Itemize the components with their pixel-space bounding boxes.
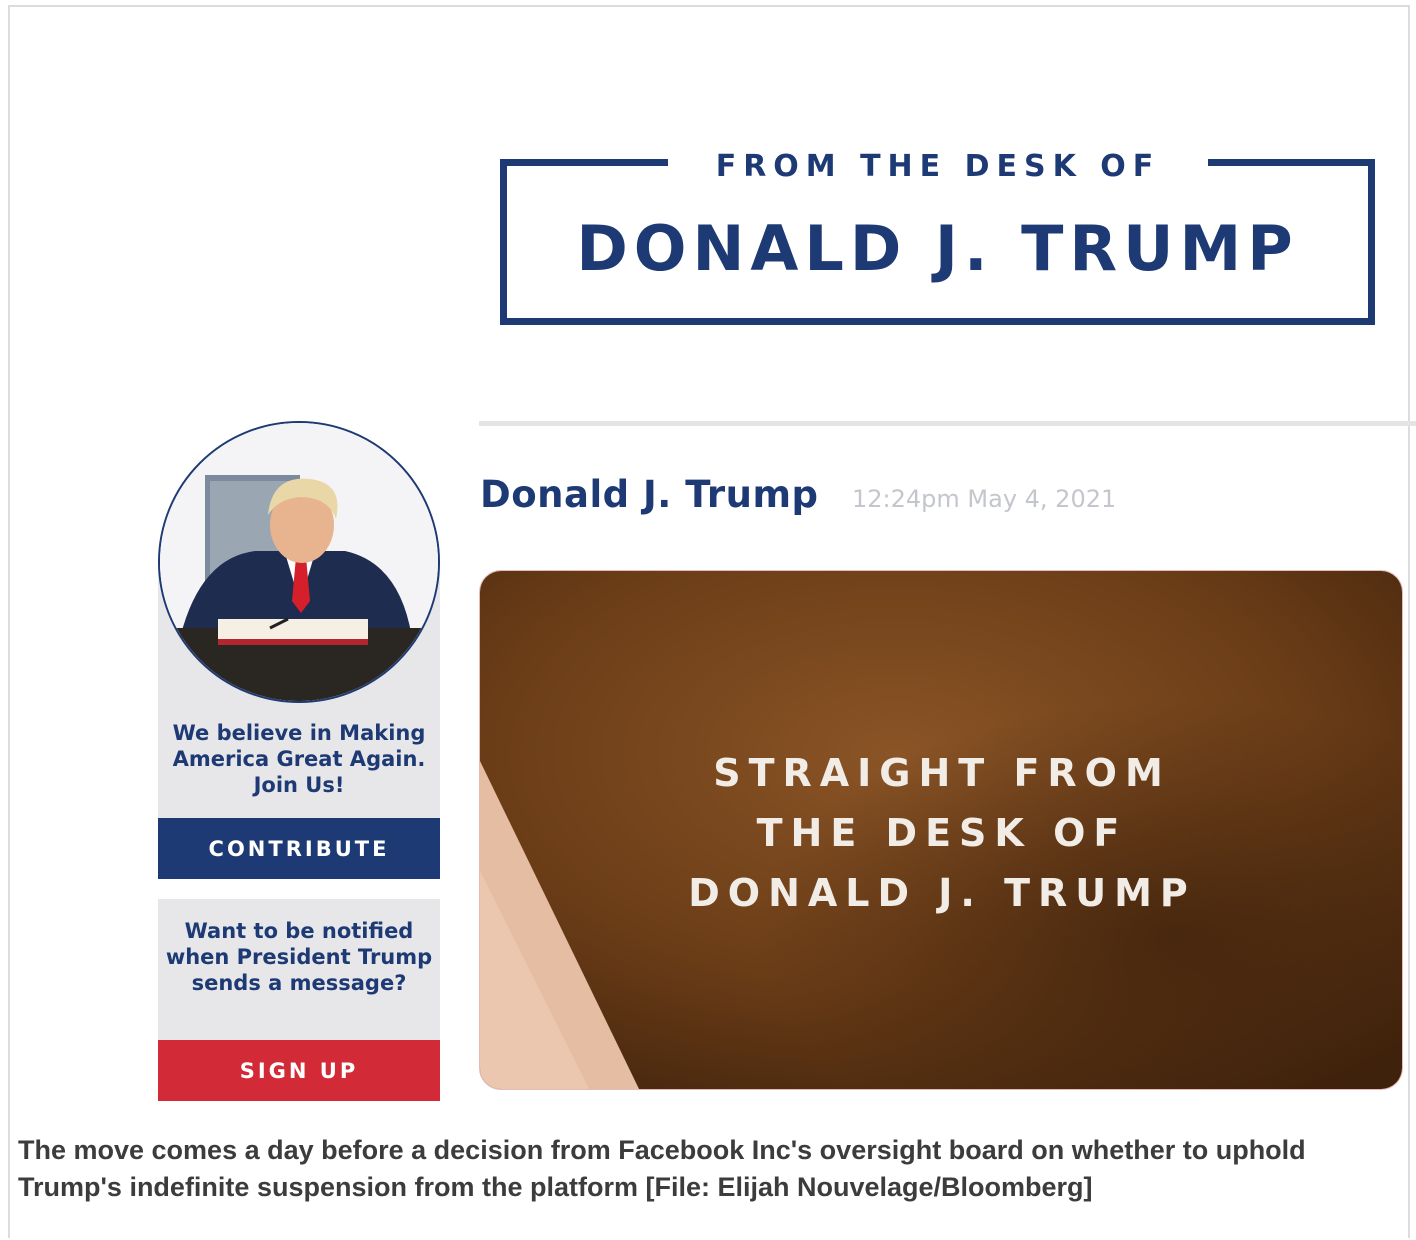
portrait-illustration xyxy=(160,423,438,701)
post-author[interactable]: Donald J. Trump xyxy=(480,470,819,520)
masthead-subtitle: FROM THE DESK OF xyxy=(715,149,1161,184)
post-image-line-2: THE DESK OF xyxy=(756,811,1128,855)
photo-caption: The move comes a day before a decision f… xyxy=(18,1135,1306,1202)
post-image-line-3: DONALD J. TRUMP xyxy=(688,871,1196,915)
signup-button[interactable]: SIGN UP xyxy=(158,1040,440,1101)
portrait-avatar xyxy=(158,421,440,703)
post-image-line-1: STRAIGHT FROM xyxy=(713,751,1171,795)
divider xyxy=(479,421,1416,426)
masthead-title: DONALD J. TRUMP xyxy=(576,212,1299,285)
contribute-button[interactable]: CONTRIBUTE xyxy=(158,818,440,879)
post-timestamp: 12:24pm May 4, 2021 xyxy=(852,485,1117,513)
masthead-logo: FROM THE DESK OF DONALD J. TRUMP xyxy=(500,145,1375,327)
post-image[interactable]: STRAIGHT FROM THE DESK OF DONALD J. TRUM… xyxy=(479,570,1403,1090)
join-text: We believe in Making America Great Again… xyxy=(172,721,426,797)
post-image-text: STRAIGHT FROM THE DESK OF DONALD J. TRUM… xyxy=(480,743,1402,923)
notify-text: Want to be notified when President Trump… xyxy=(165,919,433,995)
